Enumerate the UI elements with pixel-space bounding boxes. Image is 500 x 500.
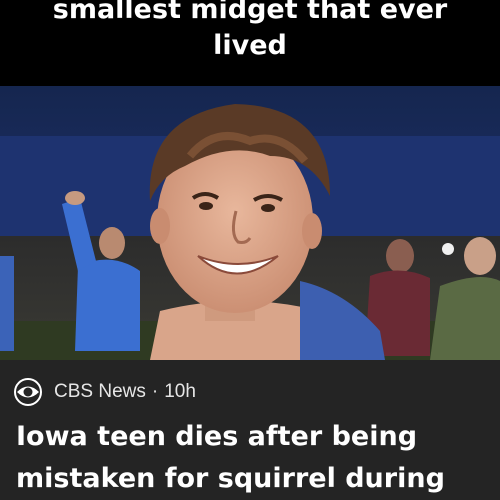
post-time: 10h	[164, 381, 196, 402]
meme-caption: smallest midget that ever lived	[52, 0, 448, 61]
cbs-eye-logo-icon	[14, 378, 42, 406]
source-separator: ·	[151, 381, 159, 402]
source-name[interactable]: CBS News	[54, 381, 146, 403]
news-headline[interactable]: Iowa teen dies after being mistaken for …	[16, 416, 496, 500]
meme-caption-bar: smallest midget that ever lived	[0, 0, 500, 86]
news-photo[interactable]	[0, 86, 500, 360]
news-card[interactable]: CBS News · 10h Iowa teen dies after bein…	[0, 360, 500, 500]
photo-illustration	[0, 86, 500, 360]
source-row: CBS News · 10h	[14, 378, 196, 406]
